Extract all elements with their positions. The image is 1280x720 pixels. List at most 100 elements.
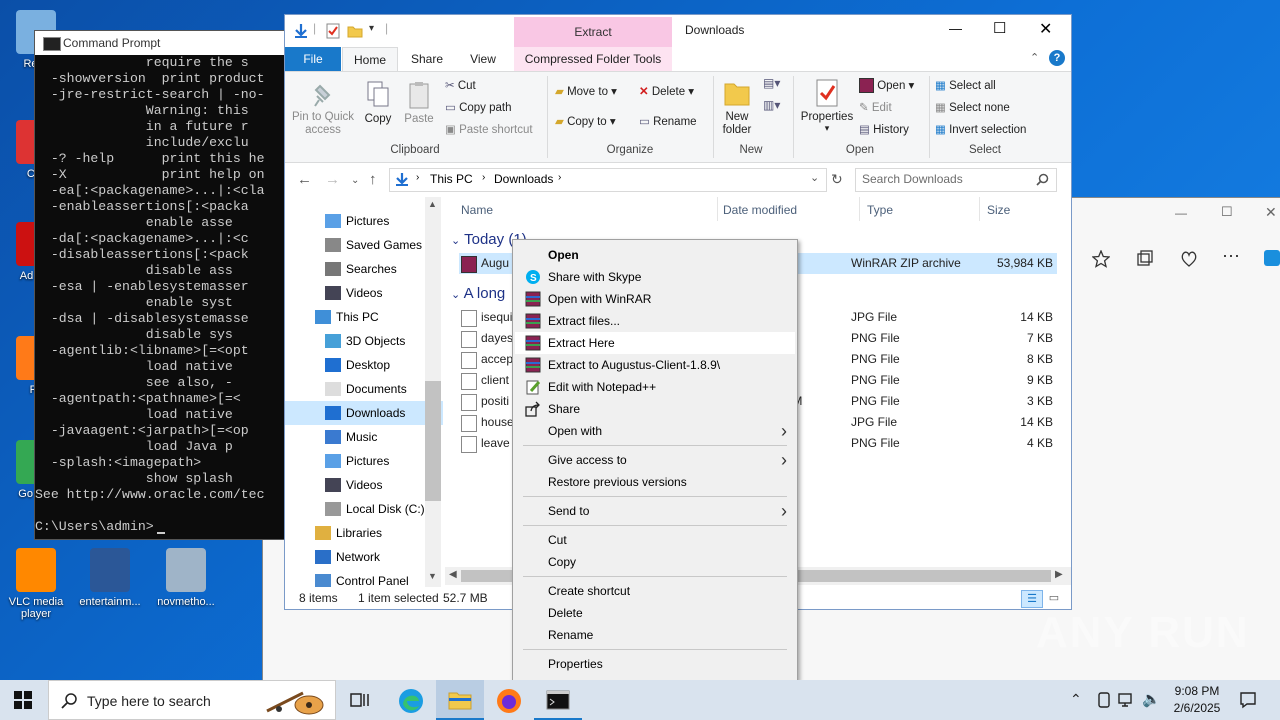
- navigation-pane[interactable]: Pictures Saved Games Searches Videos This PC…: [285, 197, 443, 587]
- nav-item-music[interactable]: Music: [285, 425, 443, 449]
- invert-selection-button[interactable]: ▦ Invert selection: [935, 122, 1026, 136]
- edit-button[interactable]: ✎ Edit: [859, 100, 892, 114]
- nav-item-pictures[interactable]: Pictures: [285, 449, 443, 473]
- nav-item-searches[interactable]: Searches: [285, 257, 443, 281]
- menu-item-send-to[interactable]: Send to ›: [515, 500, 795, 522]
- recent-locations-icon[interactable]: ⌄: [351, 175, 359, 186]
- more-options-icon[interactable]: ⋯: [1222, 246, 1240, 267]
- menu-item-restore-previous-versions[interactable]: Restore previous versions: [515, 471, 795, 493]
- breadcrumb-this-pc[interactable]: This PC: [430, 172, 473, 186]
- nav-item-network[interactable]: Network: [285, 545, 443, 569]
- notifications-icon[interactable]: [1239, 691, 1257, 709]
- column-date-modified[interactable]: Date modified: [723, 203, 797, 217]
- maximize-button[interactable]: ☐: [993, 19, 1006, 37]
- menu-item-cut[interactable]: Cut: [515, 529, 795, 551]
- nav-item-local-disk-c[interactable]: Local Disk (C:): [285, 497, 443, 521]
- menu-item-open-with-winrar[interactable]: Open with WinRAR: [515, 288, 795, 310]
- large-icons-view-icon[interactable]: ▭: [1045, 590, 1063, 606]
- desktop-icon-vlc[interactable]: VLC media player: [0, 548, 72, 620]
- menu-item-rename[interactable]: Rename: [515, 624, 795, 646]
- edge-maximize-button[interactable]: ☐: [1221, 204, 1233, 220]
- cmd-output[interactable]: require the s -showversion print product…: [35, 55, 285, 539]
- menu-item-share-with-skype[interactable]: S Share with Skype: [515, 266, 795, 288]
- taskbar-file-explorer[interactable]: [436, 680, 484, 720]
- column-type[interactable]: Type: [867, 203, 893, 217]
- task-view-icon[interactable]: [350, 691, 370, 709]
- group-long-ago[interactable]: ⌄ A long: [451, 285, 505, 302]
- menu-item-share[interactable]: Share: [515, 398, 795, 420]
- clock-date[interactable]: 2/6/2025: [1168, 701, 1226, 715]
- address-dropdown-icon[interactable]: ⌄: [810, 171, 819, 184]
- delete-button[interactable]: ✕ Delete ▾: [639, 84, 694, 98]
- tab-share[interactable]: Share: [401, 47, 453, 71]
- column-size[interactable]: Size: [987, 203, 1010, 217]
- collections-icon[interactable]: [1136, 250, 1154, 268]
- properties-button[interactable]: Properties ▾: [799, 78, 855, 134]
- rename-button[interactable]: ▭ Rename: [639, 114, 697, 128]
- back-arrow-icon[interactable]: ←: [297, 171, 312, 188]
- navigation-scrollbar[interactable]: ▲ ▼: [425, 197, 441, 587]
- nav-item-videos[interactable]: Videos: [285, 473, 443, 497]
- nav-item-this-pc[interactable]: This PC: [285, 305, 443, 329]
- nav-item-pictures[interactable]: Pictures: [285, 209, 443, 233]
- clock-time[interactable]: 9:08 PM: [1172, 684, 1222, 698]
- menu-item-create-shortcut[interactable]: Create shortcut: [515, 580, 795, 602]
- nav-item-downloads[interactable]: Downloads: [285, 401, 443, 425]
- new-item-icon[interactable]: ▤▾: [763, 76, 780, 90]
- nav-item-documents[interactable]: Documents: [285, 377, 443, 401]
- details-view-icon[interactable]: ☰: [1021, 590, 1043, 608]
- tab-view[interactable]: View: [457, 47, 509, 71]
- copy-button[interactable]: Copy: [361, 80, 395, 125]
- favorites-star-icon[interactable]: [1092, 250, 1110, 268]
- menu-item-give-access-to[interactable]: Give access to ›: [515, 449, 795, 471]
- browser-essentials-icon[interactable]: [1180, 250, 1198, 268]
- menu-item-extract-to-augustus-client-1-8-9[interactable]: Extract to Augustus-Client-1.8.9\: [515, 354, 795, 376]
- copy-to-button[interactable]: ▰ Copy to ▾: [555, 114, 616, 128]
- pin-quick-access-button[interactable]: Pin to Quick access: [291, 80, 355, 137]
- desktop-icon-word-document[interactable]: entertainm...: [74, 548, 146, 608]
- command-prompt-window[interactable]: Command Prompt require the s -showversio…: [34, 30, 286, 540]
- move-to-button[interactable]: ▰ Move to ▾: [555, 84, 617, 98]
- quick-access-dropdown-icon[interactable]: ▾: [369, 23, 374, 34]
- copilot-icon[interactable]: [1264, 250, 1280, 266]
- column-name[interactable]: Name: [461, 203, 493, 217]
- nav-item-control-panel[interactable]: Control Panel: [285, 569, 443, 587]
- menu-item-properties[interactable]: Properties: [515, 653, 795, 675]
- paste-shortcut-button[interactable]: ▣ Paste shortcut: [445, 122, 533, 136]
- breadcrumb-downloads[interactable]: Downloads: [494, 172, 553, 186]
- history-button[interactable]: ▤ History: [859, 122, 909, 136]
- cut-button[interactable]: ✂ Cut: [445, 78, 476, 92]
- taskbar-search-box[interactable]: Type here to search: [48, 680, 336, 720]
- edge-minimize-button[interactable]: —: [1175, 206, 1187, 220]
- taskbar-firefox[interactable]: [485, 680, 533, 720]
- open-button[interactable]: Open ▾: [859, 78, 914, 94]
- new-folder-button[interactable]: New folder: [717, 78, 757, 137]
- start-windows-icon[interactable]: [14, 691, 32, 709]
- select-all-button[interactable]: ▦ Select all: [935, 78, 996, 92]
- taskbar-command-prompt[interactable]: [534, 680, 582, 720]
- address-box[interactable]: › This PC › Downloads › ⌄: [389, 168, 827, 192]
- tab-compressed-folder-tools[interactable]: Compressed Folder Tools: [514, 47, 672, 71]
- menu-item-extract-here[interactable]: Extract Here: [515, 332, 795, 354]
- refresh-icon[interactable]: ↻: [831, 171, 843, 188]
- new-folder-quick-icon[interactable]: [347, 23, 363, 39]
- forward-arrow-icon[interactable]: →: [325, 171, 340, 188]
- help-icon[interactable]: ?: [1049, 50, 1065, 66]
- menu-item-open[interactable]: Open: [515, 244, 795, 266]
- paste-button[interactable]: Paste: [402, 80, 436, 125]
- explorer-titlebar[interactable]: | ▾ | Extract Downloads — ☐ ✕: [285, 15, 1071, 47]
- network-icon[interactable]: [1118, 692, 1136, 708]
- tab-home[interactable]: Home: [342, 47, 398, 71]
- easy-access-icon[interactable]: ▥▾: [763, 98, 780, 112]
- menu-item-copy[interactable]: Copy: [515, 551, 795, 573]
- minimize-button[interactable]: —: [949, 21, 962, 36]
- menu-item-extract-files[interactable]: Extract files...: [515, 310, 795, 332]
- desktop-icon-image-file[interactable]: novmetho...: [150, 548, 222, 608]
- cmd-titlebar[interactable]: Command Prompt: [35, 31, 285, 55]
- menu-item-open-with[interactable]: Open with ›: [515, 420, 795, 442]
- volume-icon[interactable]: 🔈: [1142, 690, 1161, 708]
- device-icon[interactable]: [1096, 692, 1112, 708]
- navigation-scroll-thumb[interactable]: [425, 381, 441, 501]
- properties-quick-icon[interactable]: [325, 23, 341, 39]
- select-none-button[interactable]: ▦ Select none: [935, 100, 1010, 114]
